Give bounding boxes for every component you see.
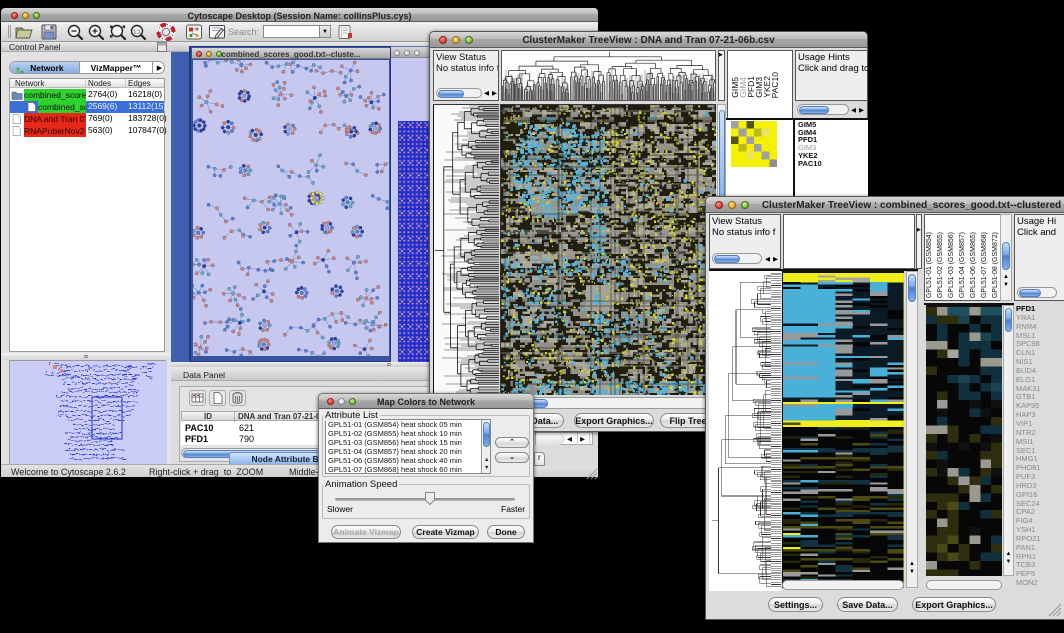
svg-text:1:1: 1:1 [133,29,141,35]
